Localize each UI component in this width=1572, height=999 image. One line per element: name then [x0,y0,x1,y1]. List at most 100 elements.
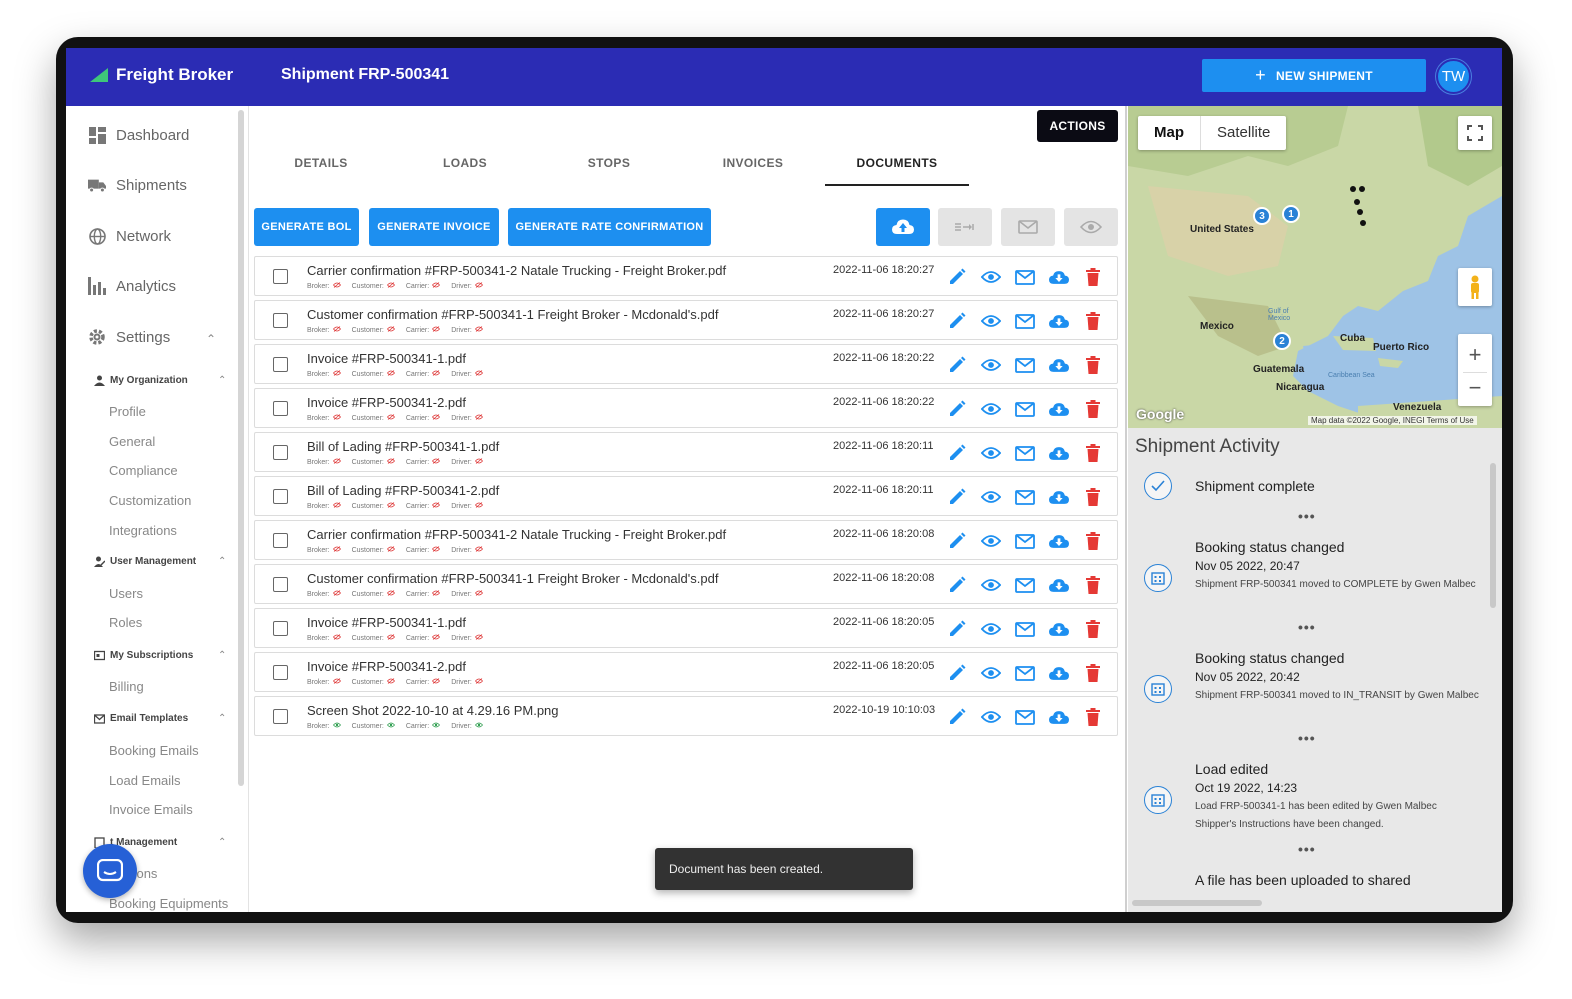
cloud-download-icon[interactable] [1049,531,1069,551]
street-view-button[interactable] [1458,268,1492,306]
row-checkbox[interactable] [273,445,288,460]
view-icon[interactable] [981,355,1001,375]
avatar[interactable]: TW [1436,59,1471,94]
document-name[interactable]: Invoice #FRP-500341-2.pdf [307,659,466,674]
delete-icon[interactable] [1083,311,1103,331]
chevron-up-icon[interactable]: ⌃ [218,713,226,724]
bulk-email-button[interactable] [1001,208,1055,246]
sidebar-item-network[interactable]: Network [88,227,171,245]
visibility-broker[interactable]: Broker: [307,634,341,642]
document-row[interactable]: Bill of Lading #FRP-500341-1.pdf Broker: C… [254,432,1118,472]
visibility-carrier[interactable]: Carrier: [406,326,441,334]
visibility-broker[interactable]: Broker: [307,678,341,686]
delete-icon[interactable] [1083,531,1103,551]
map-pin[interactable] [1360,220,1366,226]
visibility-driver[interactable]: Driver: [451,722,483,730]
email-icon[interactable] [1015,707,1035,727]
map-cluster-marker[interactable]: 1 [1282,205,1300,223]
sidebar-subitem-invoice-emails[interactable]: Invoice Emails [109,802,193,817]
visibility-driver[interactable]: Driver: [451,458,483,466]
chevron-up-icon[interactable]: ⌃ [206,332,216,346]
view-icon[interactable] [981,311,1001,331]
view-icon[interactable] [981,487,1001,507]
more-dots-icon[interactable]: ••• [1298,619,1316,635]
visibility-broker[interactable]: Broker: [307,546,341,554]
sidebar-section-email-templates[interactable]: Email Templates [94,713,188,724]
visibility-carrier[interactable]: Carrier: [406,370,441,378]
row-checkbox[interactable] [273,269,288,284]
brand[interactable]: Freight Broker [90,65,233,85]
visibility-customer[interactable]: Customer: [352,282,395,290]
sidebar-item-dashboard[interactable]: Dashboard [88,126,189,144]
document-row[interactable]: Carrier confirmation #FRP-500341-2 Natal… [254,520,1118,560]
more-dots-icon[interactable]: ••• [1298,841,1316,857]
cloud-download-icon[interactable] [1049,443,1069,463]
sidebar-subitem-customization[interactable]: Customization [109,493,191,508]
actions-button[interactable]: ACTIONS [1037,110,1118,142]
visibility-broker[interactable]: Broker: [307,326,341,334]
sidebar-section-my-organization[interactable]: My Organization [94,375,188,386]
bulk-visibility-button[interactable] [1064,208,1118,246]
view-icon[interactable] [981,663,1001,683]
document-name[interactable]: Bill of Lading #FRP-500341-2.pdf [307,483,499,498]
fullscreen-button[interactable] [1458,116,1492,150]
generate-invoice-button[interactable]: GENERATE INVOICE [369,208,499,246]
view-icon[interactable] [981,531,1001,551]
map[interactable]: Map Satellite + − United States Mexico C… [1128,106,1502,428]
tab-stops[interactable]: STOPS [537,156,681,170]
visibility-customer[interactable]: Customer: [352,370,395,378]
cloud-download-icon[interactable] [1049,575,1069,595]
cloud-download-icon[interactable] [1049,311,1069,331]
sidebar-subitem-compliance[interactable]: Compliance [109,463,178,478]
sidebar-subitem-roles[interactable]: Roles [109,615,142,630]
delete-icon[interactable] [1083,619,1103,639]
visibility-carrier[interactable]: Carrier: [406,282,441,290]
map-type-toggle[interactable]: Map Satellite [1138,116,1287,150]
delete-icon[interactable] [1083,399,1103,419]
cloud-download-icon[interactable] [1049,707,1069,727]
chat-launcher[interactable] [83,844,137,898]
visibility-broker[interactable]: Broker: [307,282,341,290]
document-name[interactable]: Carrier confirmation #FRP-500341-2 Natal… [307,263,726,278]
document-row[interactable]: Screen Shot 2022-10-10 at 4.29.16 PM.png… [254,696,1118,736]
email-icon[interactable] [1015,619,1035,639]
generate-rate-confirmation-button[interactable]: GENERATE RATE CONFIRMATION [508,208,711,246]
cloud-download-icon[interactable] [1049,663,1069,683]
edit-icon[interactable] [947,311,967,331]
visibility-driver[interactable]: Driver: [451,370,483,378]
delete-icon[interactable] [1083,663,1103,683]
chevron-up-icon[interactable]: ⌃ [218,650,226,661]
row-checkbox[interactable] [273,313,288,328]
sidebar-subitem-load-emails[interactable]: Load Emails [109,773,181,788]
document-row[interactable]: Customer confirmation #FRP-500341-1 Frei… [254,300,1118,340]
more-dots-icon[interactable]: ••• [1298,508,1316,524]
visibility-driver[interactable]: Driver: [451,414,483,422]
tab-invoices[interactable]: INVOICES [681,156,825,170]
document-row[interactable]: Invoice #FRP-500341-1.pdf Broker: Customer… [254,344,1118,384]
new-shipment-button[interactable]: + NEW SHIPMENT [1202,59,1426,92]
document-name[interactable]: Bill of Lading #FRP-500341-1.pdf [307,439,499,454]
map-type-map[interactable]: Map [1138,116,1201,150]
visibility-customer[interactable]: Customer: [352,546,395,554]
edit-icon[interactable] [947,355,967,375]
email-icon[interactable] [1015,267,1035,287]
visibility-driver[interactable]: Driver: [451,678,483,686]
chevron-up-icon[interactable]: ⌃ [218,375,226,386]
document-name[interactable]: Invoice #FRP-500341-2.pdf [307,395,466,410]
visibility-carrier[interactable]: Carrier: [406,502,441,510]
activity-scrollbar[interactable] [1490,463,1496,608]
visibility-driver[interactable]: Driver: [451,502,483,510]
zoom-out-button[interactable]: − [1463,371,1487,403]
cloud-download-icon[interactable] [1049,399,1069,419]
document-name[interactable]: Invoice #FRP-500341-1.pdf [307,615,466,630]
visibility-driver[interactable]: Driver: [451,634,483,642]
visibility-customer[interactable]: Customer: [352,678,395,686]
row-checkbox[interactable] [273,665,288,680]
edit-icon[interactable] [947,707,967,727]
map-pin[interactable] [1357,209,1363,215]
map-pin[interactable] [1359,186,1365,192]
cloud-download-icon[interactable] [1049,487,1069,507]
visibility-broker[interactable]: Broker: [307,414,341,422]
delete-icon[interactable] [1083,487,1103,507]
visibility-driver[interactable]: Driver: [451,282,483,290]
